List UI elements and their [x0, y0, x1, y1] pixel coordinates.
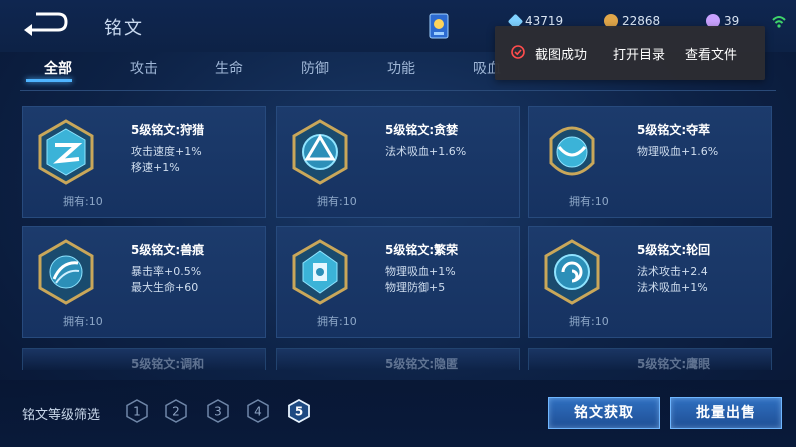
greed-emblem-icon	[292, 119, 348, 185]
owned-count: 拥有:10	[63, 195, 103, 208]
page-title: 铭文	[104, 18, 144, 39]
inscription-attr: 移速+1%	[131, 161, 180, 174]
inscription-card[interactable]: 5级铭文:轮回 法术攻击+2.4 法术吸血+1% 拥有:10	[528, 226, 772, 338]
svg-text:1: 1	[133, 405, 141, 419]
inscription-card[interactable]: 5级铭文:兽痕 暴击率+0.5% 最大生命+60 拥有:10	[22, 226, 266, 338]
wifi-icon	[772, 16, 786, 28]
owned-count: 拥有:10	[569, 315, 609, 328]
inscription-attr: 暴击率+0.5%	[131, 265, 202, 278]
view-file-link[interactable]: 查看文件	[685, 44, 737, 63]
inscription-attr: 法术攻击+2.4	[637, 265, 708, 278]
inscription-book-icon[interactable]	[428, 12, 452, 40]
inscription-name: 5级铭文:隐匿	[385, 357, 459, 370]
owned-count: 拥有:10	[317, 315, 357, 328]
back-icon[interactable]	[22, 10, 68, 36]
level-filter-3[interactable]: 3	[207, 399, 229, 423]
svg-text:2: 2	[172, 405, 180, 419]
inscription-attr: 物理吸血+1.6%	[637, 145, 719, 158]
inscription-card[interactable]: 5级铭文:贪婪 法术吸血+1.6% 拥有:10	[276, 106, 520, 218]
level-filter-5[interactable]: 5	[288, 399, 310, 423]
level-filter-2[interactable]: 2	[165, 399, 187, 423]
inscription-card[interactable]: 5级铭文:狩猎 攻击速度+1% 移速+1% 拥有:10	[22, 106, 266, 218]
inscription-name: 5级铭文:轮回	[637, 243, 711, 257]
inscription-name: 5级铭文:调和	[131, 357, 205, 370]
inscription-attr: 物理防御+5	[385, 281, 446, 294]
batch-sell-button[interactable]: 批量出售	[670, 397, 782, 429]
tab-defense[interactable]: 防御	[301, 58, 329, 78]
inscription-name: 5级铭文:兽痕	[131, 243, 205, 257]
inscription-card-partial[interactable]: 5级铭文:调和	[22, 348, 266, 370]
level-filter-1[interactable]: 1	[126, 399, 148, 423]
inscription-name: 5级铭文:贪婪	[385, 123, 459, 137]
inscription-card-partial[interactable]: 5级铭文:隐匿	[276, 348, 520, 370]
owned-count: 拥有:10	[63, 315, 103, 328]
svg-text:3: 3	[214, 405, 222, 419]
screenshot-toast: 截图成功 打开目录 查看文件	[495, 26, 765, 80]
inscription-card-partial[interactable]: 5级铭文:鹰眼	[528, 348, 772, 370]
tab-health[interactable]: 生命	[215, 58, 243, 78]
owned-count: 拥有:10	[569, 195, 609, 208]
inscription-attr: 最大生命+60	[131, 281, 199, 294]
level-filter-4[interactable]: 4	[247, 399, 269, 423]
tab-attack[interactable]: 攻击	[130, 58, 158, 78]
active-tab-indicator	[26, 79, 72, 82]
toast-message: 截图成功	[535, 48, 588, 63]
inscription-attr: 攻击速度+1%	[131, 145, 202, 158]
cycle-emblem-icon	[544, 239, 600, 305]
inscription-card[interactable]: 5级铭文:夺萃 物理吸血+1.6% 拥有:10	[528, 106, 772, 218]
plunder-emblem-icon	[549, 126, 595, 176]
prosperity-emblem-icon	[292, 239, 348, 305]
inscription-attr: 物理吸血+1%	[385, 265, 456, 278]
svg-text:5: 5	[295, 405, 303, 419]
level-filter-label: 铭文等级筛选	[22, 408, 101, 423]
inscription-grid: 5级铭文:狩猎 攻击速度+1% 移速+1% 拥有:10 5级铭文:贪婪 法术吸血…	[22, 106, 772, 346]
tab-utility[interactable]: 功能	[387, 58, 415, 78]
inscription-attr: 法术吸血+1%	[637, 281, 708, 294]
get-inscription-button[interactable]: 铭文获取	[548, 397, 660, 429]
tab-divider	[20, 90, 776, 91]
inscription-attr: 法术吸血+1.6%	[385, 145, 467, 158]
inscription-name: 5级铭文:狩猎	[131, 123, 205, 137]
tab-all[interactable]: 全部	[44, 58, 72, 78]
hunt-emblem-icon	[38, 119, 94, 185]
check-circle-icon	[511, 45, 525, 59]
beast-emblem-icon	[38, 239, 94, 305]
inscription-name: 5级铭文:繁荣	[385, 243, 459, 257]
owned-count: 拥有:10	[317, 195, 357, 208]
inscription-name: 5级铭文:夺萃	[637, 123, 711, 137]
bottom-bar: 铭文等级筛选 1 2 3 4 5 铭文获取 批量出售	[0, 380, 796, 447]
svg-text:4: 4	[254, 405, 262, 419]
inscription-card[interactable]: 5级铭文:繁荣 物理吸血+1% 物理防御+5 拥有:10	[276, 226, 520, 338]
open-directory-link[interactable]: 打开目录	[613, 44, 665, 63]
inscription-name: 5级铭文:鹰眼	[637, 357, 711, 370]
